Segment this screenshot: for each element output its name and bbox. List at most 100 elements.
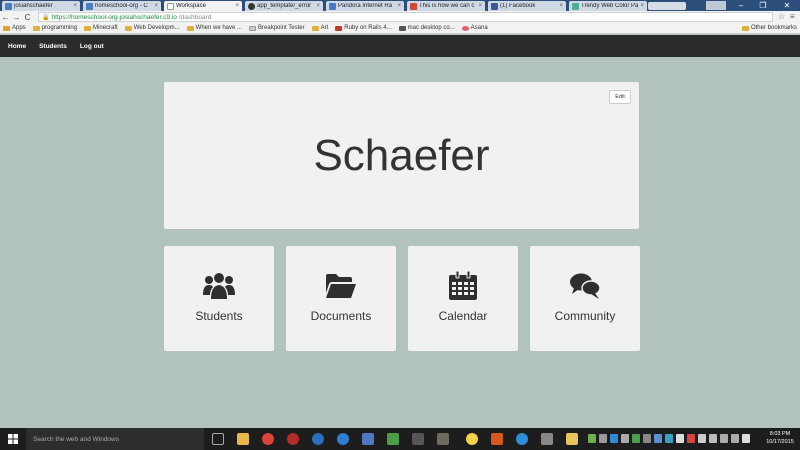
tray-icon[interactable] [665,434,673,443]
tray-icon[interactable] [588,434,596,443]
nav-students-link[interactable]: Students [39,43,67,50]
folder-icon [124,25,132,31]
tray-icon[interactable] [643,434,651,443]
browser-tab[interactable]: This is how we can c × [407,1,485,11]
other-bookmarks[interactable]: Other bookmarks [741,25,797,31]
cloud-icon[interactable] [676,434,684,443]
calendar-icon [447,270,479,302]
app-icon[interactable] [412,433,424,445]
bookmark-star-icon[interactable]: ☆ [778,12,785,21]
tray-icon[interactable] [654,434,662,443]
browser-tab[interactable]: Pandora Internet Ra × [326,1,404,11]
app-icon[interactable] [287,433,299,445]
tray-icon[interactable] [610,434,618,443]
profile-button[interactable] [706,1,726,10]
illustrator-icon[interactable] [491,433,503,445]
card-label: Documents [310,309,372,323]
internet-explorer-icon[interactable] [337,433,349,445]
tray-icon[interactable] [621,434,629,443]
app-icon[interactable] [541,433,553,445]
new-tab-button[interactable] [648,2,686,10]
browser-tab[interactable]: (1) Facebook × [488,1,566,11]
bookmark-link[interactable]: Asana [461,25,488,31]
users-icon [203,270,235,302]
tray-icon[interactable] [599,434,607,443]
tray-icon[interactable] [632,434,640,443]
file-explorer-icon[interactable] [237,433,249,445]
maximize-button[interactable]: ❐ [752,0,774,11]
taskbar-clock[interactable]: 8:03 PM 10/17/2015 [762,430,798,446]
calendar-card[interactable]: Calendar [408,246,518,351]
rails-icon [335,25,343,31]
taskbar-search-input[interactable]: Search the web and Windows [26,428,204,450]
bookmark-apps[interactable]: Apps [3,25,26,31]
nav-home-link[interactable]: Home [8,43,26,50]
tab-favicon-icon [86,2,93,10]
tab-close-icon[interactable]: × [478,3,482,9]
documents-card[interactable]: Documents [286,246,396,351]
tab-close-icon[interactable]: × [559,3,563,9]
browser-tab[interactable]: josiahschaefer × [2,1,80,11]
forward-icon[interactable]: → [11,12,22,23]
bookmarks-bar: Apps programming Minecraft Web Developm.… [0,23,800,34]
volume-icon[interactable] [720,434,728,443]
edit-button[interactable]: Edit [609,90,631,104]
wifi-icon[interactable] [731,434,739,443]
folder-icon[interactable] [566,433,578,445]
browser-tab[interactable]: app_template/_error × [245,1,323,11]
url-host: https://homeschool-org-josiahschaefer.c9… [51,13,177,21]
minimize-button[interactable]: – [730,0,752,11]
bookmark-folder[interactable]: Web Developm... [124,25,180,31]
tab-close-icon[interactable]: × [397,3,401,9]
back-icon[interactable]: ← [0,12,11,23]
tray-icon[interactable] [698,434,706,443]
bookmark-link[interactable]: mac desktop co... [398,25,455,31]
asana-icon [461,25,469,31]
tab-title: app_template/_error [257,3,312,9]
emoji-icon[interactable] [466,433,478,445]
tab-favicon-icon [572,2,579,10]
start-button[interactable] [0,428,26,450]
folder-icon [84,25,92,31]
browser-tab[interactable]: homeschool-org - C × [83,1,161,11]
tab-title: Pandora Internet Ra [338,3,393,9]
bookmark-folder[interactable]: programming [32,25,77,31]
bookmark-folder[interactable]: When we have ... [186,25,242,31]
task-view-icon[interactable] [212,433,224,445]
bookmark-link[interactable]: Ruby on Rails 4... [335,25,392,31]
bookmark-link[interactable]: Breakpoint Tester [249,25,305,31]
tray-icon[interactable] [687,434,695,443]
chrome-icon[interactable] [262,433,274,445]
app-icon[interactable] [516,433,528,445]
app-icon[interactable] [387,433,399,445]
bookmark-folder[interactable]: Art [311,25,328,31]
card-label: Students [195,309,243,323]
tab-close-icon[interactable]: × [640,3,644,9]
address-bar[interactable]: 🔒 https://homeschool-org-josiahschaefer.… [38,12,773,22]
nav-logout-link[interactable]: Log out [80,43,104,50]
url-path: /dashboard [178,13,212,21]
family-title-panel: Schaefer Edit [164,82,639,229]
folder-icon [32,25,40,31]
tab-close-icon[interactable]: × [316,3,320,9]
reload-icon[interactable]: C [22,12,33,23]
tab-close-icon[interactable]: × [73,3,77,9]
browser-tab-active[interactable]: Workspace × [164,1,242,11]
app-icon[interactable] [312,433,324,445]
tab-close-icon[interactable]: × [154,3,158,9]
battery-icon[interactable] [709,434,717,443]
notifications-icon[interactable] [742,434,750,443]
tab-close-icon[interactable]: × [235,3,239,9]
app-icon[interactable] [362,433,374,445]
bookmark-folder[interactable]: Minecraft [84,25,118,31]
close-window-button[interactable]: ✕ [776,0,798,11]
facebook-favicon-icon [491,2,498,10]
tab-title: Workspace [176,3,206,9]
app-icon[interactable] [437,433,449,445]
tab-title: Trendy Web Color Pa [581,3,639,9]
students-card[interactable]: Students [164,246,274,351]
comments-icon [569,270,601,302]
community-card[interactable]: Community [530,246,640,351]
browser-tab[interactable]: Trendy Web Color Pa × [569,1,647,11]
browser-menu-icon[interactable]: ≡ [790,12,795,21]
